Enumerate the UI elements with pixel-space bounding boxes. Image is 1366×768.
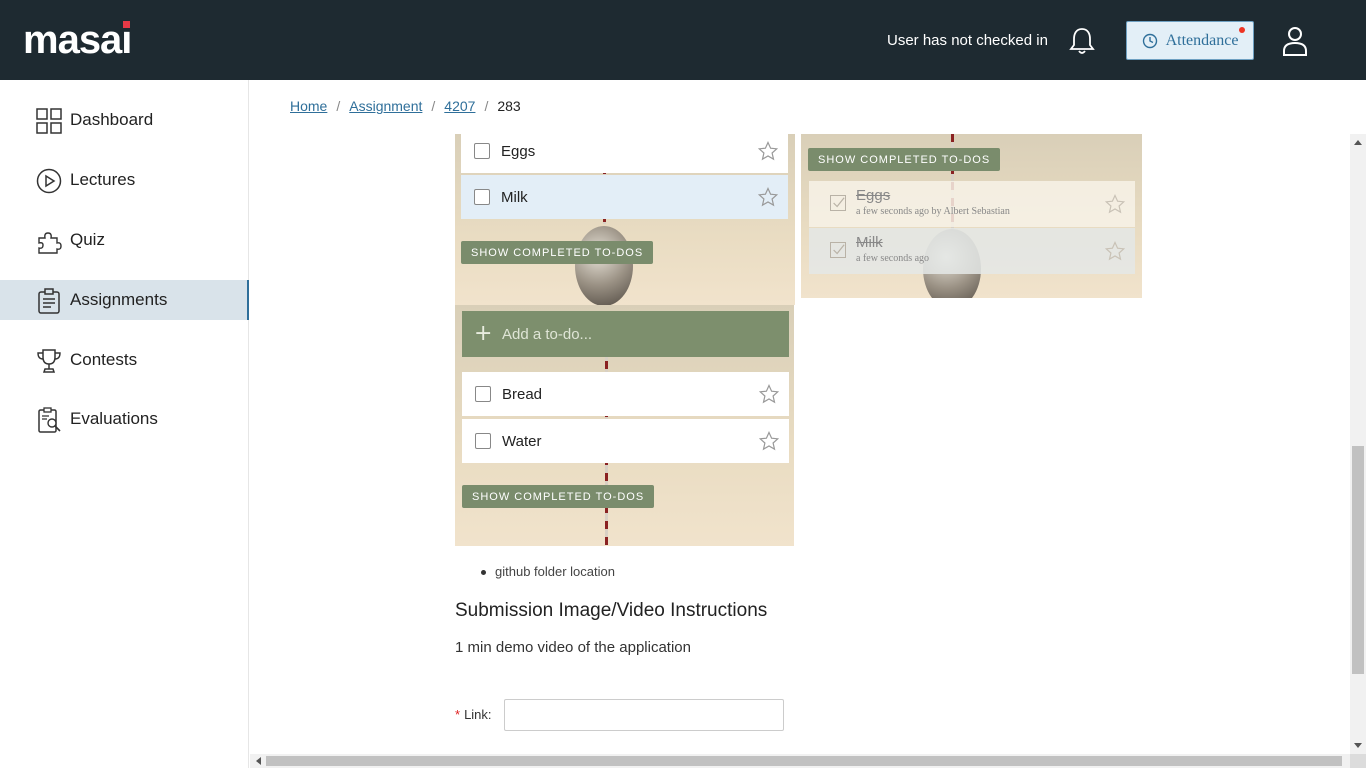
sidebar-item-assignments[interactable]: Assignments: [0, 280, 249, 320]
required-mark: *: [455, 707, 461, 722]
add-todo-placeholder: Add a to-do...: [502, 325, 593, 343]
sidebar-item-evaluations[interactable]: Evaluations: [0, 399, 249, 439]
sidebar-item-contests[interactable]: Contests: [0, 340, 249, 380]
sidebar-label: Quiz: [70, 230, 105, 249]
assignment-content: Eggs Milk SHOW COMPLETED TO-DOS SHOW COM…: [250, 134, 1350, 754]
notification-dot: [1239, 27, 1245, 33]
evaluation-icon: [38, 407, 61, 433]
todo-screenshot-panel-1: Eggs Milk SHOW COMPLETED TO-DOS: [455, 134, 795, 305]
todo-item[interactable]: Eggs: [461, 134, 788, 173]
checked-checkbox-icon[interactable]: [830, 242, 846, 258]
sidebar-label: Dashboard: [70, 110, 154, 129]
user-icon[interactable]: [1282, 26, 1308, 56]
link-label: * Link:: [455, 707, 492, 722]
sidebar-item-dashboard[interactable]: Dashboard: [0, 100, 249, 140]
logo-dot: [123, 21, 131, 28]
attendance-label: Attendance: [1165, 31, 1239, 49]
clock-icon: [1142, 33, 1157, 48]
completed-todo-meta: a few seconds ago by Albert Sebastian: [856, 206, 1010, 217]
star-icon[interactable]: [1105, 241, 1125, 261]
todo-screenshot-panel-3: + Add a to-do... Bread Water SHOW COMPLE…: [455, 305, 794, 546]
checkin-status: User has not checked in: [887, 32, 1048, 49]
breadcrumb-home-link[interactable]: Home: [290, 98, 327, 114]
breadcrumb-current: 283: [497, 98, 521, 114]
submission-description: 1 min demo video of the application: [455, 639, 691, 656]
star-icon[interactable]: [759, 431, 779, 451]
todo-text: Bread: [502, 385, 543, 403]
sidebar-label: Lectures: [70, 170, 136, 189]
todo-text: Eggs: [501, 142, 536, 160]
clipboard-icon: [38, 288, 60, 314]
trophy-icon: [37, 349, 61, 373]
vertical-scroll-thumb[interactable]: [1352, 446, 1364, 674]
bell-icon[interactable]: [1068, 26, 1096, 56]
completed-todo-text: Milk: [856, 234, 883, 251]
horizontal-scrollbar[interactable]: [250, 754, 1350, 768]
scroll-left-arrow-icon[interactable]: [256, 757, 261, 765]
breadcrumb: Home / Assignment/4207/283: [290, 98, 521, 114]
star-icon[interactable]: [759, 384, 779, 404]
show-completed-button[interactable]: SHOW COMPLETED TO-DOS: [808, 148, 1001, 171]
plus-icon: +: [474, 321, 493, 346]
sidebar-item-lectures[interactable]: Lectures: [0, 160, 249, 200]
show-completed-button[interactable]: SHOW COMPLETED TO-DOS: [461, 241, 654, 264]
breadcrumb-assignment-link[interactable]: Assignment: [349, 98, 422, 114]
checked-checkbox-icon[interactable]: [830, 195, 846, 211]
completed-todo-item[interactable]: Milk a few seconds ago: [809, 228, 1135, 274]
todo-item[interactable]: Bread: [462, 372, 789, 416]
link-input[interactable]: [504, 699, 784, 731]
breadcrumb-id-link[interactable]: 4207: [444, 98, 475, 114]
instruction-bullet: github folder location: [481, 564, 615, 579]
masai-logo[interactable]: masai: [23, 18, 132, 62]
todo-checkbox[interactable]: [475, 386, 491, 402]
sidebar-label: Assignments: [70, 290, 168, 309]
horizontal-scroll-thumb[interactable]: [266, 756, 1342, 766]
sidebar-label: Contests: [70, 350, 138, 369]
todo-checkbox[interactable]: [474, 189, 490, 205]
submission-heading: Submission Image/Video Instructions: [455, 600, 768, 621]
star-icon[interactable]: [758, 141, 778, 161]
top-navbar: masai User has not checked in Attendance: [0, 0, 1366, 80]
todo-text: Milk: [501, 188, 528, 206]
scroll-up-arrow-icon[interactable]: [1354, 140, 1362, 145]
attendance-button[interactable]: Attendance: [1126, 21, 1254, 60]
show-completed-button[interactable]: SHOW COMPLETED TO-DOS: [462, 485, 655, 508]
todo-checkbox[interactable]: [474, 143, 490, 159]
todo-text: Water: [502, 432, 542, 450]
completed-todo-item[interactable]: Eggs a few seconds ago by Albert Sebasti…: [809, 181, 1135, 227]
add-todo-bar[interactable]: + Add a to-do...: [462, 311, 789, 357]
scroll-down-arrow-icon[interactable]: [1354, 743, 1362, 748]
dashboard-icon: [36, 108, 62, 134]
todo-item[interactable]: Milk: [461, 175, 788, 219]
play-icon: [36, 168, 62, 194]
completed-todo-text: Eggs: [856, 187, 891, 204]
sidebar-item-quiz[interactable]: Quiz: [0, 220, 249, 260]
puzzle-icon: [38, 232, 62, 254]
scrollbar-corner: [1350, 754, 1366, 768]
todo-item[interactable]: Water: [462, 419, 789, 463]
star-icon[interactable]: [1105, 194, 1125, 214]
sidebar-label: Evaluations: [70, 409, 158, 428]
vertical-scrollbar[interactable]: [1350, 134, 1366, 754]
sidebar: Dashboard Lectures Quiz Assignments Cont…: [0, 80, 249, 768]
completed-todo-meta: a few seconds ago: [856, 253, 930, 264]
todo-checkbox[interactable]: [475, 433, 491, 449]
todo-screenshot-panel-2: SHOW COMPLETED TO-DOS Eggs a few seconds…: [801, 134, 1142, 298]
star-icon[interactable]: [758, 187, 778, 207]
